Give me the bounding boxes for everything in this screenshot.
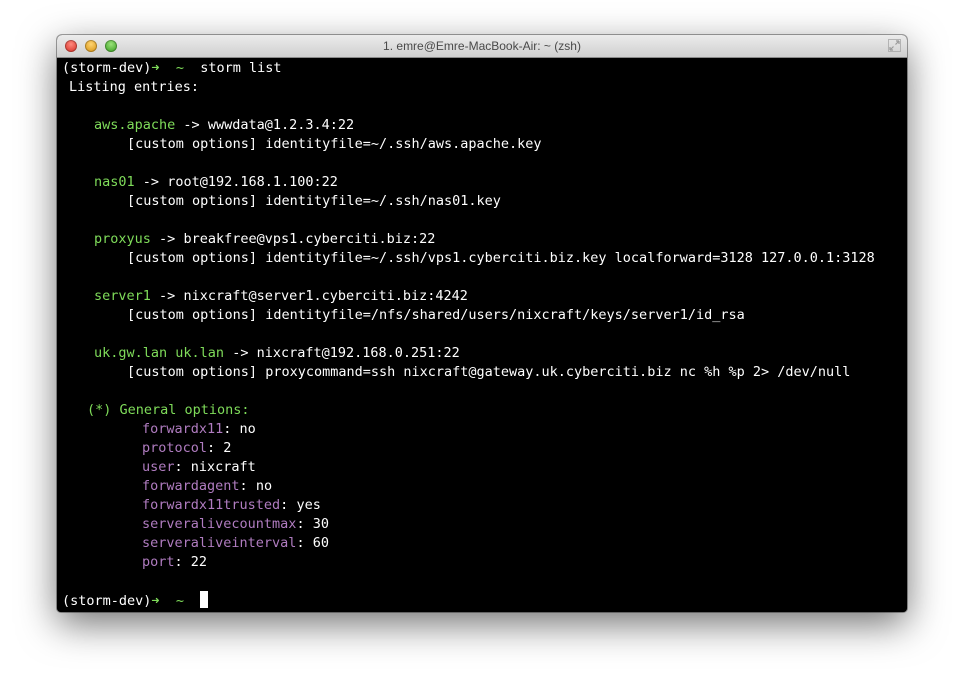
entry-target: root@192.168.1.100:22 bbox=[167, 174, 338, 190]
option-key: port bbox=[142, 554, 175, 570]
entry-line: uk.gw.lan uk.lan -> nixcraft@192.168.0.2… bbox=[94, 345, 460, 361]
options-value: identityfile=~/.ssh/vps1.cyberciti.biz.k… bbox=[265, 250, 875, 266]
option-value: 60 bbox=[312, 535, 329, 551]
option-value: yes bbox=[296, 497, 321, 513]
options-value: identityfile=~/.ssh/aws.apache.key bbox=[265, 136, 542, 152]
general-option: port: 22 bbox=[142, 554, 208, 570]
options-label: [custom options] bbox=[127, 364, 258, 380]
option-value: no bbox=[239, 421, 256, 437]
entry-options-line: [custom options] identityfile=~/.ssh/aws… bbox=[127, 135, 542, 154]
entry-options-line: [custom options] identityfile=/nfs/share… bbox=[127, 306, 745, 325]
option-key: serveraliveinterval bbox=[142, 535, 297, 551]
general-options-heading: (*) General options: bbox=[87, 402, 250, 418]
option-value: 2 bbox=[223, 440, 232, 456]
options-label: [custom options] bbox=[127, 193, 258, 209]
listing-heading: Listing entries: bbox=[69, 79, 200, 95]
window-title: 1. emre@Emre-MacBook-Air: ~ (zsh) bbox=[383, 39, 581, 53]
option-value: nixcraft bbox=[190, 459, 256, 475]
option-value: 22 bbox=[190, 554, 208, 570]
entry-name: nas01 bbox=[94, 174, 135, 190]
prompt-env: (storm-dev) bbox=[62, 593, 152, 609]
entry-name: aws.apache bbox=[94, 117, 176, 133]
title-bar[interactable]: 1. emre@Emre-MacBook-Air: ~ (zsh) bbox=[57, 35, 907, 58]
prompt-arrow-icon: ➜ bbox=[151, 593, 160, 609]
options-value: proxycommand=ssh nixcraft@gateway.uk.cyb… bbox=[265, 364, 851, 380]
prompt-dir: ~ bbox=[175, 593, 184, 609]
entry-options-line: [custom options] identityfile=~/.ssh/vps… bbox=[127, 249, 875, 268]
options-value: identityfile=/nfs/shared/users/nixcraft/… bbox=[265, 307, 745, 323]
terminal-window: 1. emre@Emre-MacBook-Air: ~ (zsh) (storm… bbox=[57, 35, 907, 612]
prompt-line: (storm-dev)➜ ~ storm list bbox=[62, 59, 282, 78]
prompt-arrow-icon: ➜ bbox=[151, 60, 160, 76]
general-option: serveralivecountmax: 30 bbox=[142, 516, 329, 532]
general-option: forwardx11: no bbox=[142, 421, 256, 437]
option-key: user bbox=[142, 459, 175, 475]
terminal-output[interactable]: (storm-dev)➜ ~ storm list Listing entrie… bbox=[57, 58, 907, 612]
entry-line: nas01 -> root@192.168.1.100:22 bbox=[94, 174, 338, 190]
entry-target: breakfree@vps1.cyberciti.biz:22 bbox=[183, 231, 436, 247]
entry-target: nixcraft@server1.cyberciti.biz:4242 bbox=[183, 288, 468, 304]
entry-target: nixcraft@192.168.0.251:22 bbox=[256, 345, 460, 361]
option-value: 30 bbox=[312, 516, 329, 532]
general-option: forwardx11trusted: yes bbox=[142, 497, 321, 513]
text-cursor[interactable] bbox=[200, 591, 209, 608]
option-key: forwardx11 bbox=[142, 421, 224, 437]
general-option: protocol: 2 bbox=[142, 440, 232, 456]
option-key: serveralivecountmax bbox=[142, 516, 297, 532]
fullscreen-icon[interactable] bbox=[888, 39, 901, 52]
options-label: [custom options] bbox=[127, 136, 258, 152]
option-key: protocol bbox=[142, 440, 208, 456]
entry-target: wwwdata@1.2.3.4:22 bbox=[207, 117, 355, 133]
options-label: [custom options] bbox=[127, 307, 258, 323]
option-key: forwardagent bbox=[142, 478, 240, 494]
entry-options-line: [custom options] proxycommand=ssh nixcra… bbox=[127, 363, 850, 382]
option-key: forwardx11trusted bbox=[142, 497, 281, 513]
general-option: user: nixcraft bbox=[142, 459, 256, 475]
general-option: forwardagent: no bbox=[142, 478, 273, 494]
prompt-dir: ~ bbox=[175, 60, 184, 76]
entry-options-line: [custom options] identityfile=~/.ssh/nas… bbox=[127, 192, 501, 211]
prompt-line[interactable]: (storm-dev)➜ ~ bbox=[62, 591, 209, 610]
general-option: serveraliveinterval: 60 bbox=[142, 535, 329, 551]
entry-line: server1 -> nixcraft@server1.cyberciti.bi… bbox=[94, 288, 468, 304]
options-label: [custom options] bbox=[127, 250, 258, 266]
entry-name: proxyus bbox=[94, 231, 151, 247]
options-value: identityfile=~/.ssh/nas01.key bbox=[265, 193, 501, 209]
entry-line: proxyus -> breakfree@vps1.cyberciti.biz:… bbox=[94, 231, 436, 247]
entry-name: server1 bbox=[94, 288, 151, 304]
prompt-env: (storm-dev) bbox=[62, 60, 152, 76]
option-value: no bbox=[255, 478, 273, 494]
entry-line: aws.apache -> wwwdata@1.2.3.4:22 bbox=[94, 117, 355, 133]
entry-name: uk.gw.lan uk.lan bbox=[94, 345, 225, 361]
command-text: storm list bbox=[200, 60, 282, 76]
